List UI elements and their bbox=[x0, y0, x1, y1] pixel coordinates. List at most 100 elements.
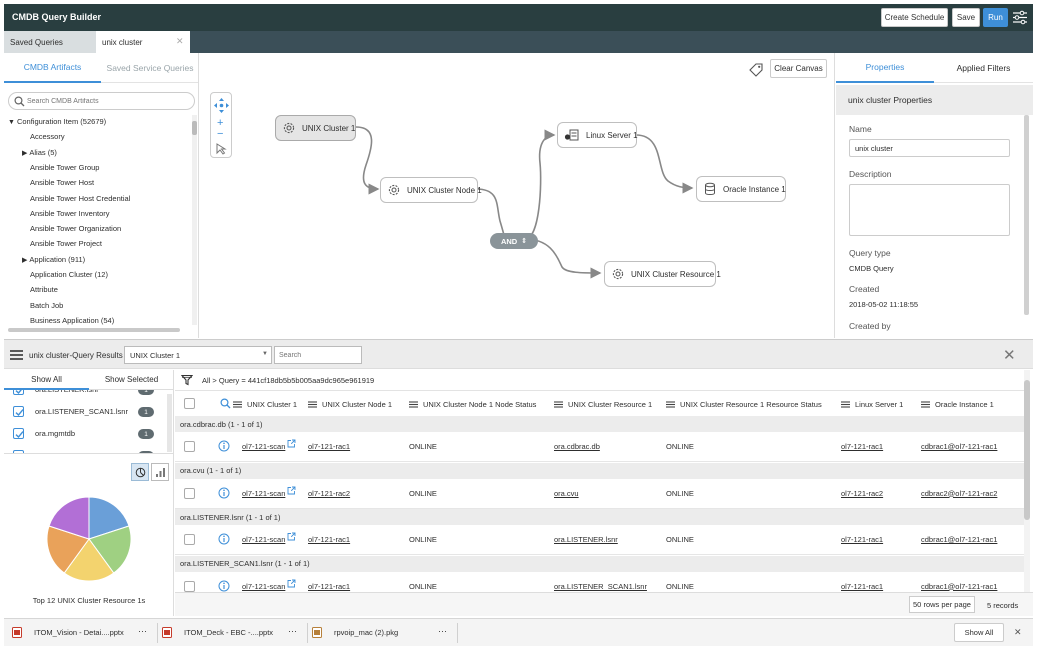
zoom-out-icon[interactable]: − bbox=[217, 128, 223, 140]
tree-item[interactable]: Application Cluster (12) bbox=[30, 270, 108, 279]
name-field[interactable] bbox=[849, 139, 1010, 157]
results-search-input[interactable] bbox=[279, 350, 357, 361]
filter-list-scrollbar[interactable] bbox=[167, 394, 172, 452]
resource-pie-chart[interactable] bbox=[44, 494, 134, 584]
node-unix-cluster-resource[interactable]: UNIX Cluster Resource 1 bbox=[604, 261, 721, 287]
cell-link[interactable]: ol7-121-rac1 bbox=[841, 582, 883, 591]
tree-item[interactable]: Ansible Tower Host bbox=[30, 178, 94, 187]
tab-show-all[interactable]: Show All bbox=[4, 370, 89, 390]
results-search-box[interactable] bbox=[274, 346, 362, 364]
table-row[interactable]: ol7-121-scan ol7-121-rac1 ONLINE ora.LISTEN… bbox=[175, 525, 1024, 555]
node-unix-cluster-node[interactable]: UNIX Cluster Node 1 bbox=[380, 177, 482, 203]
cell-link[interactable]: ora.LISTENER.lsnr bbox=[554, 535, 618, 544]
cell-link[interactable]: ol7-121-rac1 bbox=[308, 442, 350, 451]
table-row[interactable]: ol7-121-scan ol7-121-rac1 ONLINE ora.LISTEN… bbox=[175, 572, 1024, 593]
tab-show-selected[interactable]: Show Selected bbox=[89, 370, 174, 390]
row-checkbox[interactable] bbox=[184, 580, 195, 592]
info-icon[interactable] bbox=[218, 533, 230, 545]
tab-unix-cluster[interactable]: unix cluster ✕ bbox=[96, 31, 190, 53]
tab-saved-queries[interactable]: Saved Queries bbox=[4, 31, 96, 53]
node-linux-server[interactable]: Linux Server 1 bbox=[557, 122, 638, 148]
expand-toggle-icon[interactable]: ▶ bbox=[22, 150, 27, 157]
close-results-icon[interactable]: ✕ bbox=[1003, 346, 1016, 364]
info-icon[interactable] bbox=[218, 580, 230, 592]
download-item-name[interactable]: rpvoip_mac (2).pkg bbox=[334, 628, 398, 637]
settings-sliders-icon[interactable] bbox=[1012, 10, 1028, 25]
column-header[interactable]: UNIX Cluster Node 1 Node Status bbox=[409, 398, 536, 410]
tree-item[interactable]: Ansible Tower Host Credential bbox=[30, 194, 130, 203]
tab-saved-service-queries[interactable]: Saved Service Queries bbox=[101, 53, 198, 83]
tree-item[interactable]: ▼ Configuration Item (52679) bbox=[8, 117, 106, 126]
create-schedule-button[interactable]: Create Schedule bbox=[881, 8, 948, 27]
tree-item[interactable]: Ansible Tower Inventory bbox=[30, 209, 110, 218]
column-menu-icon[interactable] bbox=[409, 400, 418, 408]
cell-link[interactable]: ol7-121-rac2 bbox=[308, 489, 350, 498]
search-icon[interactable] bbox=[220, 398, 231, 409]
table-row[interactable]: ol7-121-scan ol7-121-rac1 ONLINE ora.cdbrac… bbox=[175, 432, 1024, 462]
run-button[interactable]: Run bbox=[983, 8, 1008, 27]
column-header[interactable]: Oracle Instance 1 bbox=[921, 398, 994, 410]
cell-link[interactable]: ora.cdbrac.db bbox=[554, 442, 600, 451]
column-header[interactable]: UNIX Cluster Resource 1 Resource Status bbox=[666, 398, 822, 410]
tab-cmdb-artifacts[interactable]: CMDB Artifacts bbox=[4, 53, 101, 83]
item-checkbox[interactable] bbox=[13, 428, 24, 439]
clear-canvas-button[interactable]: Clear Canvas bbox=[770, 59, 827, 78]
column-menu-icon[interactable] bbox=[666, 400, 675, 408]
menu-icon[interactable] bbox=[10, 350, 23, 360]
cell-link[interactable]: cdbrac1@ol7-121-rac1 bbox=[921, 582, 997, 591]
expand-toggle-icon[interactable]: ▶ bbox=[22, 257, 27, 264]
cell-link[interactable]: ora.cvu bbox=[554, 489, 579, 498]
query-canvas[interactable]: + − Clear Canvas UNIX Cluster 1 UNIX Clu… bbox=[200, 53, 835, 338]
scrollbar-thumb[interactable] bbox=[192, 121, 197, 135]
group-header-row[interactable]: ora.cvu (1 - 1 of 1) bbox=[175, 462, 1024, 479]
item-checkbox[interactable] bbox=[13, 406, 24, 417]
tree-item[interactable]: ▶ Alias (5) bbox=[22, 148, 57, 157]
node-oracle-instance[interactable]: Oracle Instance 1 bbox=[696, 176, 786, 202]
column-menu-icon[interactable] bbox=[308, 400, 317, 408]
tree-item[interactable]: Business Application (54) bbox=[30, 316, 114, 325]
column-menu-icon[interactable] bbox=[841, 400, 850, 408]
download-item-name[interactable]: ITOM_Deck - EBC -....pptx bbox=[184, 628, 273, 637]
select-all-checkbox[interactable] bbox=[184, 398, 195, 409]
tree-item[interactable]: Batch Job bbox=[30, 301, 63, 310]
column-header[interactable]: UNIX Cluster Resource 1 bbox=[554, 398, 652, 410]
more-options-icon[interactable]: ··· bbox=[138, 626, 147, 636]
external-link-icon[interactable] bbox=[287, 579, 296, 590]
info-icon[interactable] bbox=[218, 487, 230, 499]
list-item[interactable]: ora.LISTENER.lsnr 1 bbox=[4, 390, 166, 400]
close-tab-icon[interactable]: ✕ bbox=[176, 36, 184, 47]
artifact-search-box[interactable] bbox=[8, 92, 195, 110]
and-operator-pill[interactable]: AND ⇕ bbox=[490, 233, 538, 249]
more-options-icon[interactable]: ··· bbox=[288, 626, 297, 636]
list-item[interactable]: ora.mgmtdb 1 bbox=[4, 424, 166, 444]
tree-item[interactable]: Ansible Tower Project bbox=[30, 239, 102, 248]
tree-item[interactable]: Attribute bbox=[30, 285, 58, 294]
group-header-row[interactable]: ora.LISTENER.lsnr (1 - 1 of 1) bbox=[175, 509, 1024, 525]
expand-toggle-icon[interactable]: ▼ bbox=[8, 119, 15, 126]
column-header[interactable]: UNIX Cluster Node 1 bbox=[308, 398, 392, 410]
select-cursor-icon[interactable] bbox=[215, 143, 228, 155]
column-menu-icon[interactable] bbox=[921, 400, 930, 408]
artifact-tree-scrollbar[interactable] bbox=[192, 115, 197, 325]
description-field[interactable] bbox=[849, 184, 1010, 236]
cell-link[interactable]: ol7-121-rac1 bbox=[308, 582, 350, 591]
pan-icon[interactable] bbox=[213, 97, 230, 114]
tree-item[interactable]: ▶ Application (911) bbox=[22, 255, 85, 264]
item-checkbox[interactable] bbox=[13, 390, 24, 395]
external-link-icon[interactable] bbox=[287, 486, 296, 497]
tree-item[interactable]: Ansible Tower Organization bbox=[30, 224, 121, 233]
tree-item[interactable]: Accessory bbox=[30, 132, 65, 141]
artifact-tree-hscrollbar[interactable] bbox=[8, 328, 180, 332]
cell-link[interactable]: ol7-121-rac2 bbox=[841, 489, 883, 498]
cell-link[interactable]: cdbrac1@ol7-121-rac1 bbox=[921, 442, 997, 451]
column-header[interactable]: UNIX Cluster 1 bbox=[233, 398, 297, 410]
tag-icon[interactable] bbox=[749, 63, 763, 77]
scrollbar-thumb[interactable] bbox=[1024, 380, 1030, 520]
column-header[interactable]: Linux Server 1 bbox=[841, 398, 903, 410]
tab-properties[interactable]: Properties bbox=[836, 53, 934, 83]
cell-link[interactable]: ora.LISTENER_SCAN1.lsnr bbox=[554, 582, 647, 591]
results-table-scrollbar[interactable] bbox=[1024, 370, 1030, 592]
tree-item[interactable]: Ansible Tower Group bbox=[30, 163, 99, 172]
cell-link[interactable]: ol7-121-rac1 bbox=[841, 535, 883, 544]
row-checkbox[interactable] bbox=[184, 441, 195, 452]
